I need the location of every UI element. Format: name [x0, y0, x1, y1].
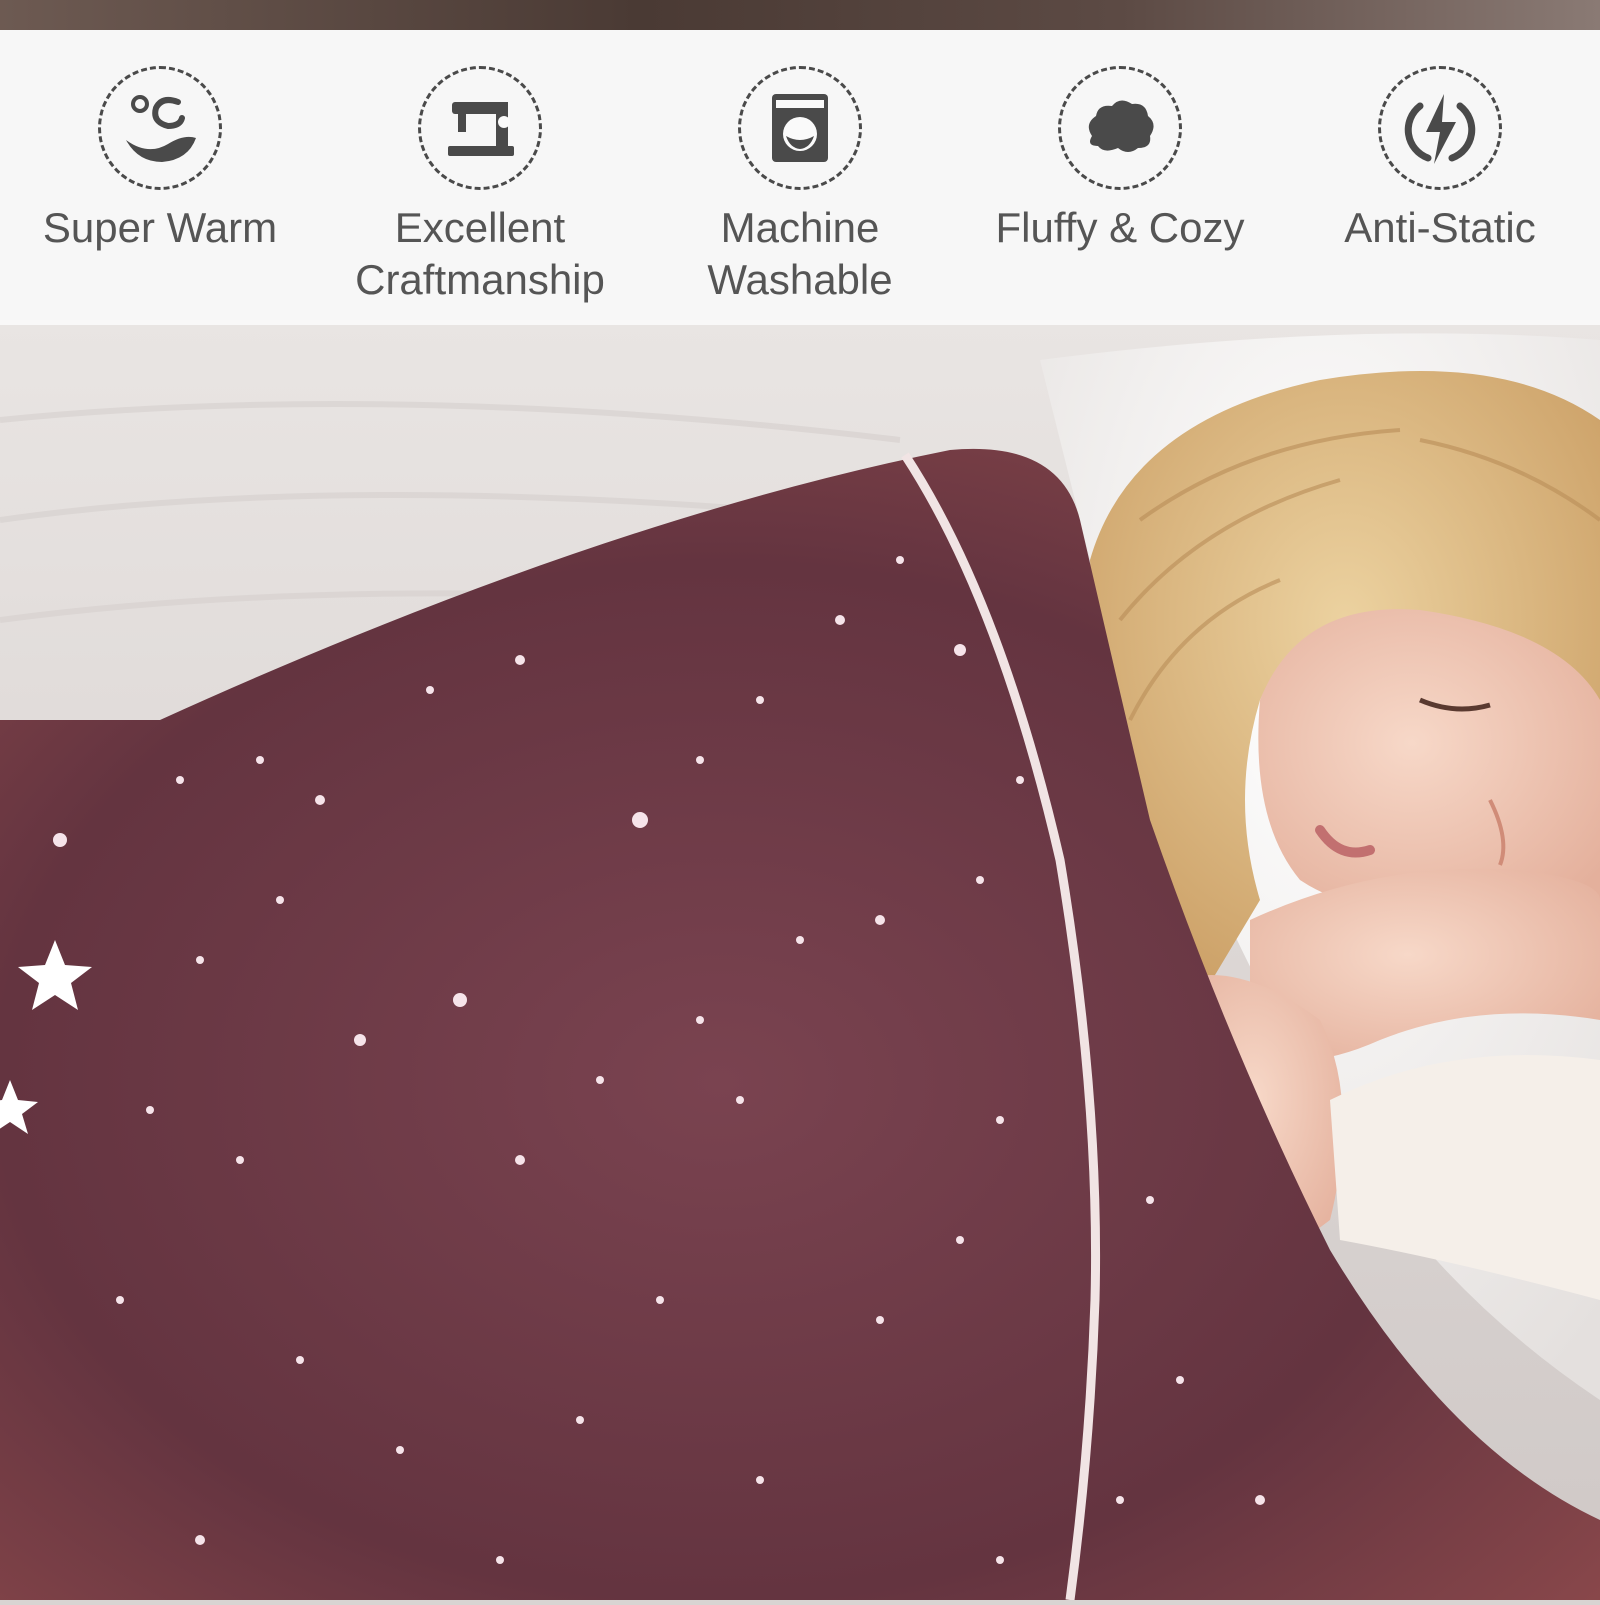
top-photo-strip	[0, 0, 1600, 30]
feature-icon-ring	[1058, 66, 1182, 190]
feature-bar: Super Warm Excellent Craftmanship Machin…	[0, 30, 1600, 325]
washing-machine-icon	[772, 94, 828, 162]
feature-excellent-craftmanship: Excellent Craftmanship	[330, 66, 630, 306]
feature-fluffy-cozy: Fluffy & Cozy	[970, 66, 1270, 254]
face	[1258, 609, 1600, 907]
feature-machine-washable: Machine Washable	[650, 66, 950, 306]
feature-label: Excellent Craftmanship	[355, 204, 605, 303]
sewing-machine-icon	[448, 102, 514, 156]
feature-label: Anti-Static	[1344, 204, 1536, 251]
feature-anti-static: Anti-Static	[1290, 66, 1590, 254]
feature-label: Machine Washable	[707, 204, 893, 303]
feature-label: Fluffy & Cozy	[995, 204, 1245, 251]
feature-icon-ring	[418, 66, 542, 190]
feature-icon-ring	[738, 66, 862, 190]
feature-icon-ring	[1378, 66, 1502, 190]
feature-label: Super Warm	[42, 204, 278, 251]
feature-icon-ring	[98, 66, 222, 190]
feature-super-warm: Super Warm	[10, 66, 310, 254]
cloud-icon	[1088, 100, 1154, 152]
warm-temperature-icon	[126, 95, 196, 162]
lightning-icon	[1404, 94, 1476, 164]
